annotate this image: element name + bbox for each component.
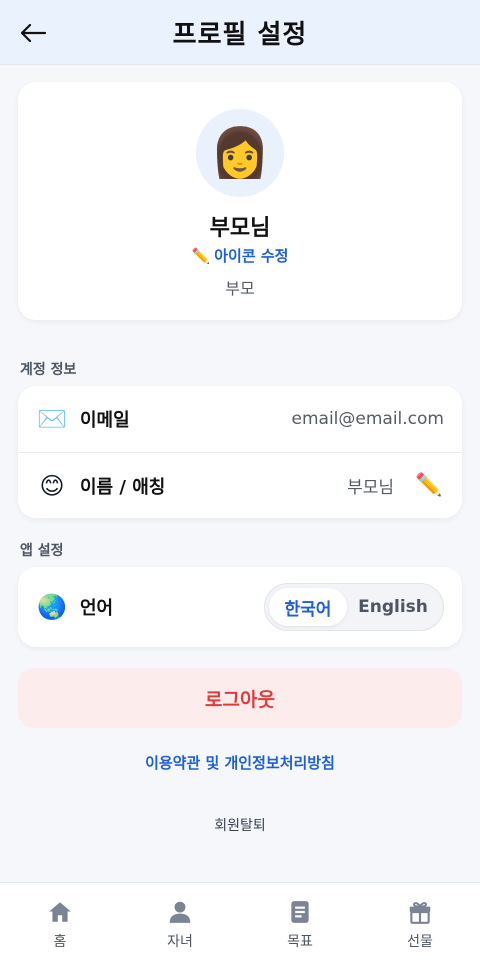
document-icon xyxy=(291,901,309,923)
person-icon xyxy=(169,901,191,923)
terms-link[interactable]: 이용약관 및 개인정보처리방침 xyxy=(0,752,480,773)
edit-icon-label: 아이콘 수정 xyxy=(214,247,289,265)
globe-icon: 🌏 xyxy=(37,593,67,621)
profile-name: 부모님 xyxy=(209,216,271,241)
email-value: email@email.com xyxy=(291,409,444,429)
nav-label-gifts: 선물 xyxy=(407,934,433,950)
app-settings-card: 🌏 언어 한국어 English xyxy=(18,567,462,647)
avatar-emoji: 👩 xyxy=(210,125,270,181)
profile-card: 👩 부모님 ✏️ 아이콘 수정 부모 xyxy=(18,82,462,320)
account-section-title: 계정 정보 xyxy=(20,362,77,378)
email-row: ✉️ 이메일 email@email.com xyxy=(18,386,462,452)
account-card: ✉️ 이메일 email@email.com 😊 이름 / 애칭 부모님 ✏️ xyxy=(18,386,462,518)
back-button[interactable] xyxy=(14,14,52,52)
top-app-bar: 프로필 설정 xyxy=(0,0,480,65)
language-option-english[interactable]: English xyxy=(347,588,439,626)
nav-item-goals[interactable]: 목표 xyxy=(240,883,360,969)
logout-button[interactable]: 로그아웃 xyxy=(18,668,462,728)
nav-label-goals: 목표 xyxy=(287,934,313,950)
email-label: 이메일 xyxy=(80,410,130,431)
language-toggle: 한국어 English xyxy=(264,583,444,631)
nav-item-children[interactable]: 자녀 xyxy=(120,883,240,969)
pencil-icon: ✏️ xyxy=(415,473,443,498)
role-text: 부모 xyxy=(225,279,255,298)
page-title: 프로필 설정 xyxy=(172,19,308,50)
nav-label-children: 자녀 xyxy=(167,934,193,950)
envelope-icon: ✉️ xyxy=(37,405,67,433)
withdraw-link[interactable]: 회원탈퇴 xyxy=(0,815,480,835)
avatar: 👩 xyxy=(196,109,284,197)
pencil-icon: ✏️ xyxy=(191,246,211,265)
app-section-title: 앱 설정 xyxy=(20,543,64,559)
home-icon xyxy=(49,902,71,922)
bottom-nav: 홈 자녀 목표 선물 xyxy=(0,882,480,969)
language-option-korean[interactable]: 한국어 xyxy=(269,588,347,626)
edit-icon-button[interactable]: ✏️ 아이콘 수정 xyxy=(18,245,462,266)
nav-item-gifts[interactable]: 선물 xyxy=(360,883,480,969)
name-row: 😊 이름 / 애칭 부모님 ✏️ xyxy=(18,452,462,518)
name-label: 이름 / 애칭 xyxy=(80,476,166,498)
arrow-left-icon xyxy=(20,23,46,43)
gift-icon xyxy=(409,902,431,924)
edit-name-button[interactable]: ✏️ xyxy=(414,471,444,501)
smile-icon: 😊 xyxy=(39,471,65,500)
name-value: 부모님 xyxy=(347,478,394,498)
nav-item-home[interactable]: 홈 xyxy=(0,883,120,969)
nav-label-home: 홈 xyxy=(53,934,67,950)
